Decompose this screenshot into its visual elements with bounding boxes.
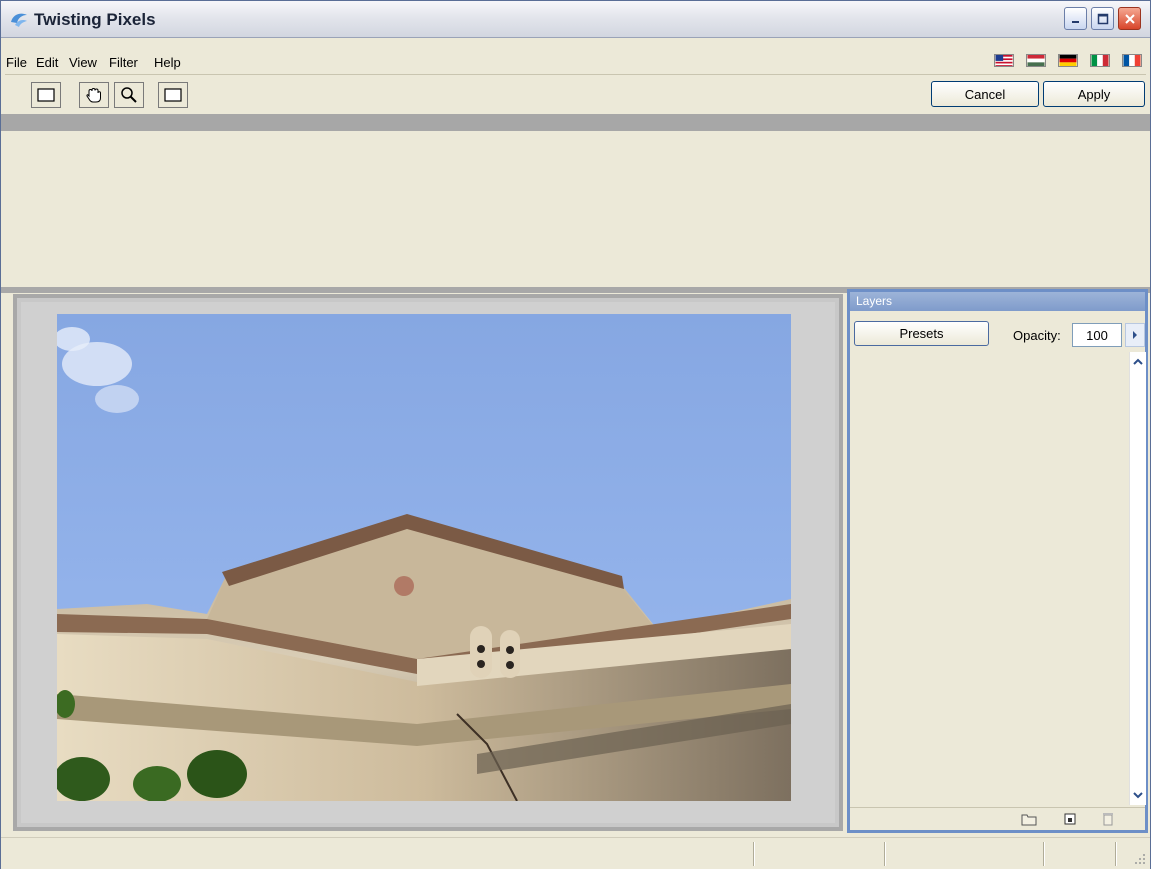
delete-layer-button[interactable] (1100, 812, 1116, 826)
minimize-button[interactable] (1064, 7, 1087, 30)
layers-panel: Layers Presets Opacity: 100 (847, 289, 1148, 833)
menu-help[interactable]: Help (154, 55, 181, 70)
maximize-button[interactable] (1091, 7, 1114, 30)
scroll-up-button[interactable] (1130, 354, 1146, 370)
app-window: Twisting Pixels File Edit View Filter He… (0, 0, 1151, 869)
new-layer-folder-button[interactable] (1021, 812, 1037, 826)
germany-flag-icon[interactable] (1058, 54, 1078, 67)
opacity-label: Opacity: (1013, 328, 1061, 343)
chevron-down-icon (1133, 792, 1143, 799)
app-logo-icon (11, 13, 27, 27)
status-bar (1, 837, 1150, 869)
title-bar[interactable]: Twisting Pixels (1, 1, 1150, 38)
fit-window-button[interactable] (158, 82, 188, 108)
layers-title: Layers (856, 294, 893, 308)
menu-edit[interactable]: Edit (36, 55, 58, 70)
duplicate-layer-button[interactable] (1062, 812, 1078, 826)
resize-grip-icon[interactable] (1134, 853, 1146, 865)
chevron-right-icon (1133, 331, 1137, 339)
filter-options-panel (1, 131, 1150, 287)
presets-button[interactable]: Presets (854, 321, 989, 346)
select-tool-button[interactable] (31, 82, 61, 108)
apply-button[interactable]: Apply (1043, 81, 1145, 107)
france-flag-icon[interactable] (1122, 54, 1142, 67)
menu-view[interactable]: View (69, 55, 97, 70)
us-flag-icon[interactable] (994, 54, 1014, 67)
opacity-input[interactable]: 100 (1072, 323, 1122, 347)
layers-header: Layers (850, 292, 1145, 311)
language-flags (994, 54, 1142, 67)
menu-file[interactable]: File (6, 55, 27, 70)
cancel-button[interactable]: Cancel (931, 81, 1039, 107)
status-separator (1043, 842, 1045, 866)
hungary-flag-icon[interactable] (1026, 54, 1046, 67)
layers-scrollbar[interactable] (1129, 352, 1146, 805)
status-separator (884, 842, 886, 866)
toolbar: Cancel Apply (1, 77, 1150, 113)
opacity-slider-button[interactable] (1125, 323, 1145, 347)
scroll-down-button[interactable] (1130, 787, 1146, 803)
layers-footer (850, 807, 1145, 831)
menu-filter[interactable]: Filter (109, 55, 138, 70)
status-separator (1115, 842, 1117, 866)
photo-image[interactable] (57, 314, 791, 801)
options-strip (1, 114, 1150, 131)
chevron-up-icon (1133, 358, 1143, 365)
menu-bar: File Edit View Filter Help (1, 51, 1150, 73)
maximize-icon (1097, 13, 1108, 24)
italy-flag-icon[interactable] (1090, 54, 1110, 67)
fit-window-icon (164, 88, 182, 102)
select-rectangle-icon (37, 88, 55, 102)
minimize-icon (1071, 20, 1079, 23)
window-title: Twisting Pixels (34, 10, 156, 29)
hand-pan-icon (86, 87, 101, 103)
zoom-tool-button[interactable] (114, 82, 144, 108)
status-separator (753, 842, 755, 866)
close-icon (1124, 13, 1135, 24)
delete-layer-icon (1103, 813, 1113, 826)
close-button[interactable] (1118, 7, 1141, 30)
zoom-magnifier-icon (121, 87, 137, 103)
layers-list[interactable] (852, 352, 1129, 805)
menu-separator (5, 74, 1146, 75)
hand-tool-button[interactable] (79, 82, 109, 108)
new-layer-folder-icon (1021, 814, 1037, 826)
duplicate-layer-icon (1064, 813, 1076, 825)
